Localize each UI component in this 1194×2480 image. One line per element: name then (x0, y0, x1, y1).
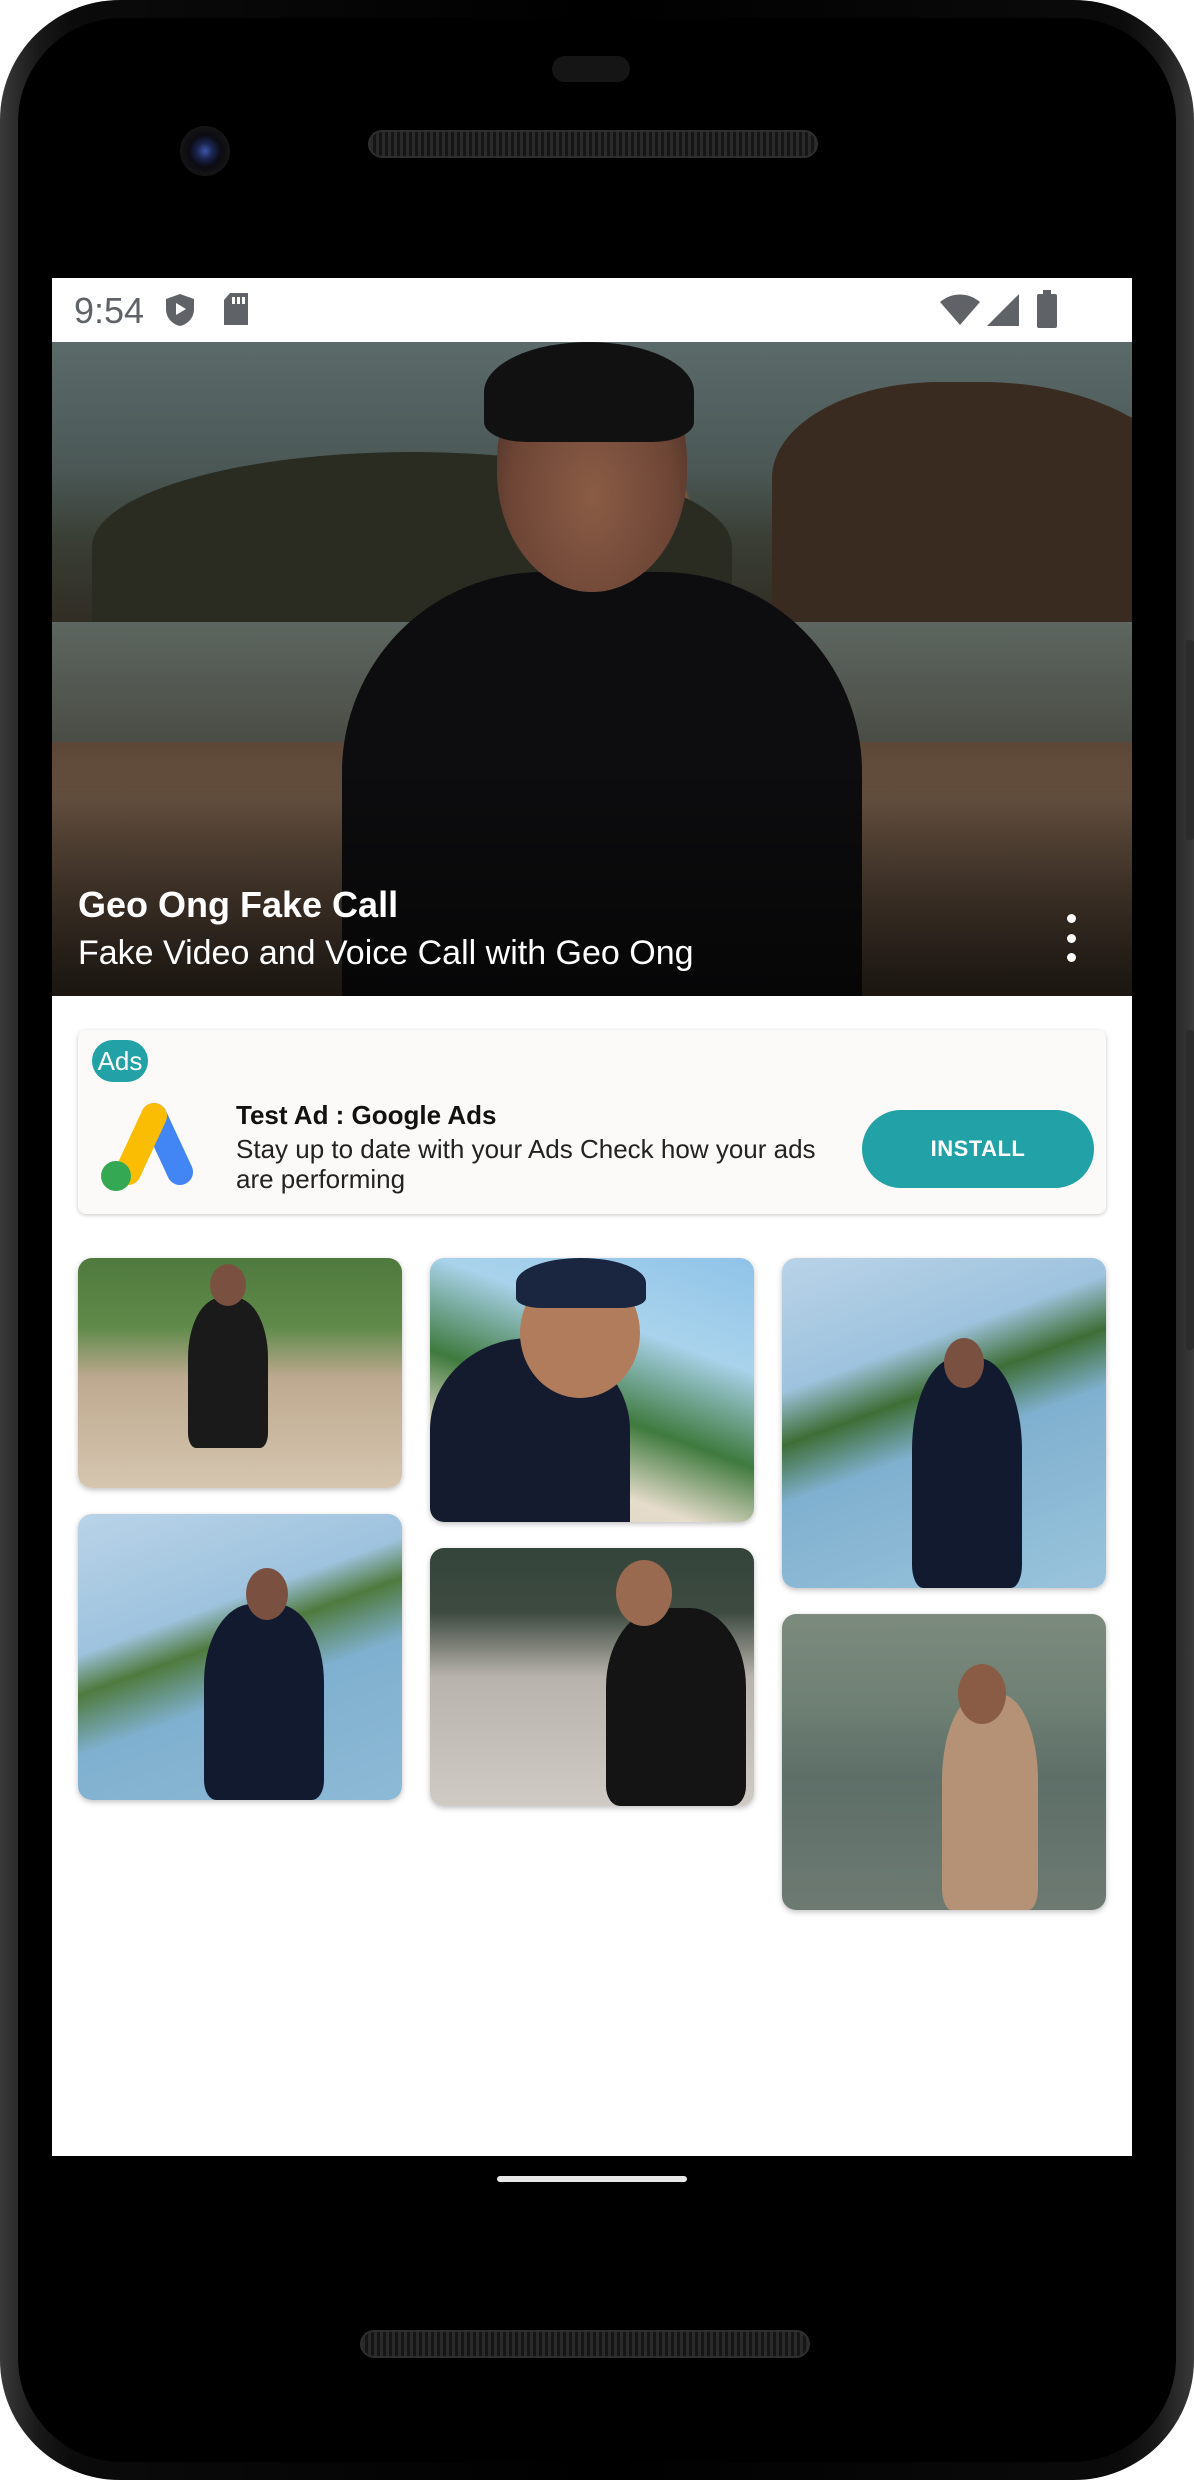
earpiece-speaker (368, 130, 818, 158)
status-bar: 9:54 (52, 278, 1132, 342)
gallery-photo[interactable] (782, 1258, 1106, 1588)
sd-card-icon (224, 293, 248, 325)
more-vert-icon[interactable] (1056, 908, 1086, 968)
header-banner: Geo Ong Fake Call Fake Video and Voice C… (52, 342, 1132, 996)
app-screen: 9:54 Geo Ong Fake Call Fake Video and Vo… (52, 278, 1132, 2156)
wifi-icon (940, 294, 980, 325)
install-button[interactable]: INSTALL (862, 1110, 1094, 1188)
gesture-home-bar[interactable] (497, 2176, 687, 2182)
hero-hair (484, 342, 694, 442)
gallery-photo[interactable] (78, 1258, 402, 1488)
cellular-signal-icon (987, 294, 1019, 326)
gallery-photo[interactable] (782, 1614, 1106, 1910)
ad-title: Test Ad : Google Ads (236, 1100, 497, 1130)
gallery-photo[interactable] (430, 1548, 754, 1806)
ad-description: Stay up to date with your Ads Check how … (236, 1134, 816, 1194)
proximity-sensor (552, 56, 630, 82)
bottom-speaker (360, 2330, 810, 2358)
front-camera (180, 126, 230, 176)
google-ads-logo-icon (101, 1103, 193, 1191)
gallery-photo[interactable] (430, 1258, 754, 1522)
gallery-photo[interactable] (78, 1514, 402, 1800)
ad-badge: Ads (92, 1040, 148, 1082)
app-title: Geo Ong Fake Call (78, 884, 399, 925)
power-button (1186, 640, 1194, 840)
volume-button (1186, 1030, 1194, 1350)
status-time: 9:54 (74, 290, 145, 331)
battery-icon (1037, 290, 1057, 328)
ad-card[interactable]: Ads Test Ad : Google Ads Stay up to date… (78, 1030, 1106, 1214)
play-protect-icon (166, 294, 194, 326)
app-subtitle: Fake Video and Voice Call with Geo Ong (78, 934, 694, 972)
hero-trees (772, 382, 1132, 622)
